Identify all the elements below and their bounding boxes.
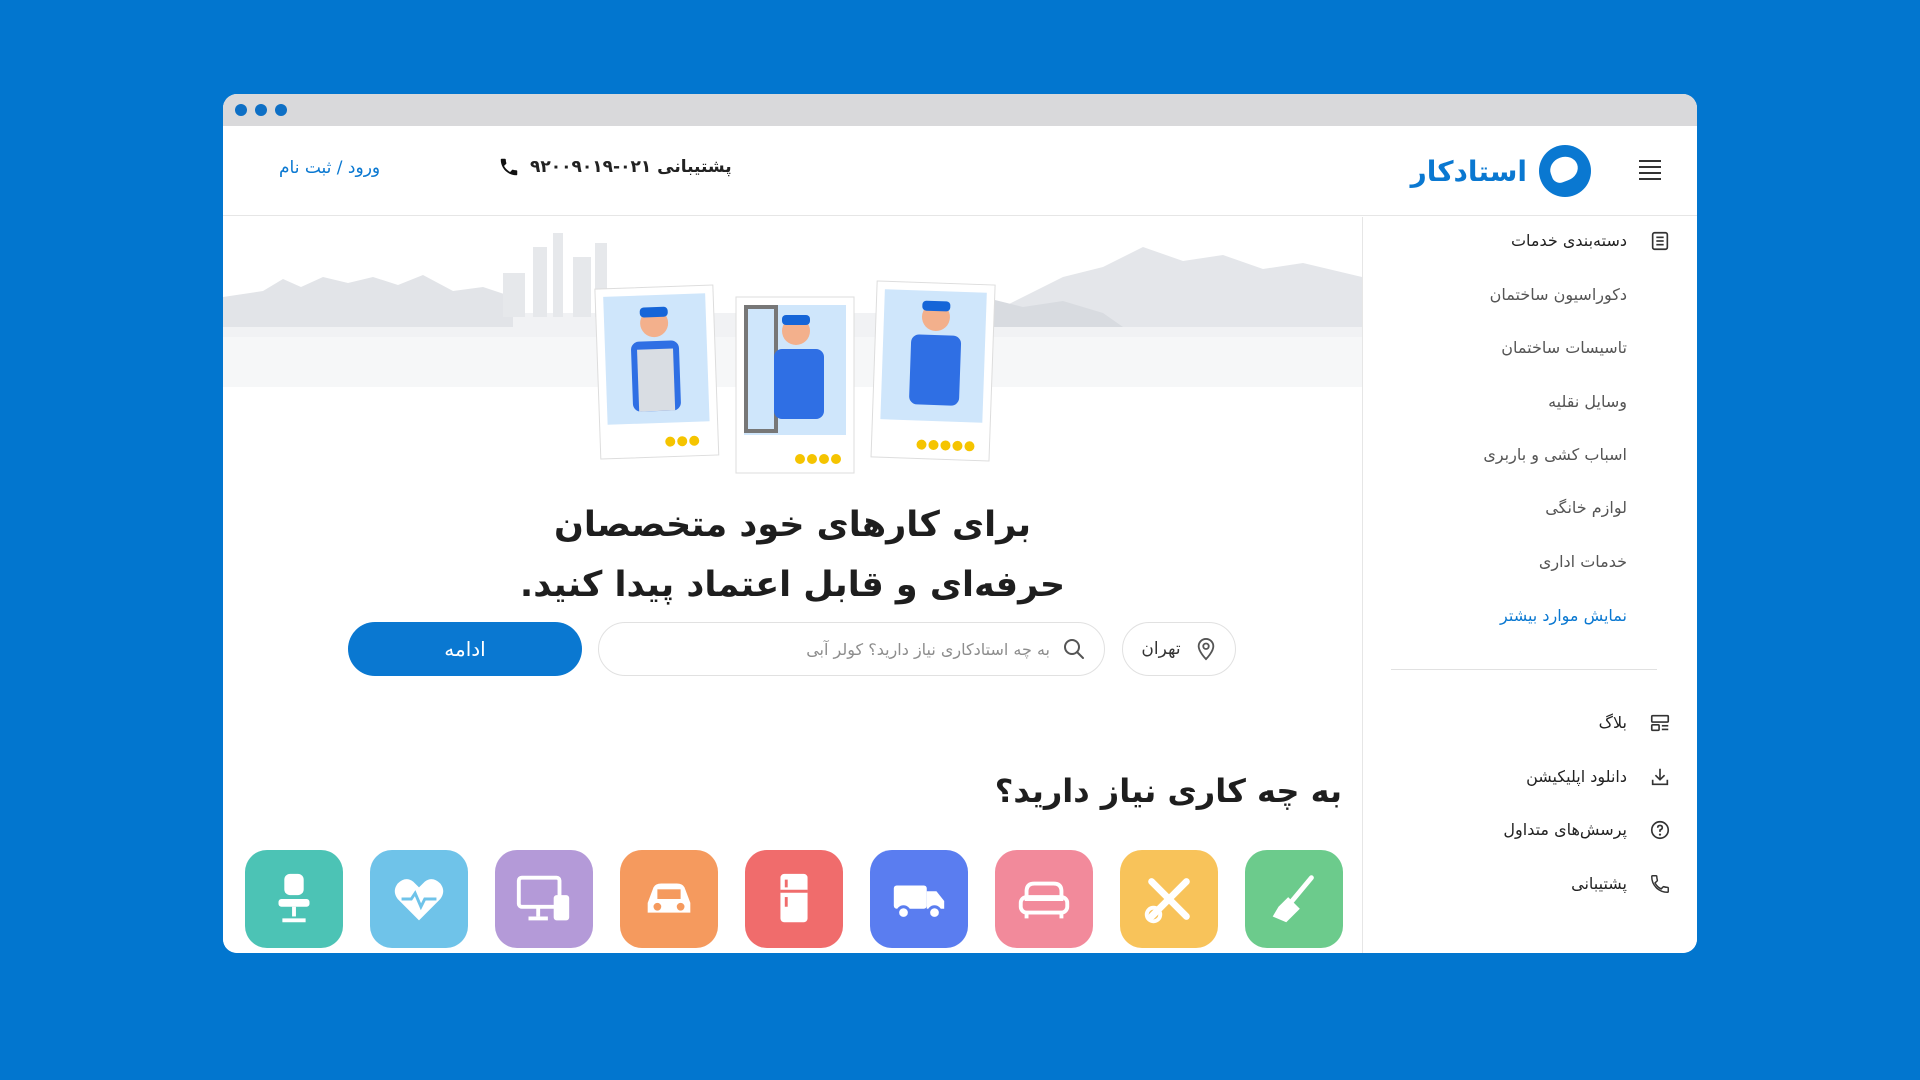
- login-register-link[interactable]: ورود / ثبت نام: [279, 158, 380, 178]
- city-label: تهران: [1141, 639, 1181, 659]
- fridge-icon: [780, 873, 808, 923]
- city-selector[interactable]: تهران: [1122, 622, 1236, 676]
- phone-icon: [1651, 875, 1669, 893]
- search-input[interactable]: [599, 639, 1062, 659]
- list-icon: [1651, 231, 1669, 251]
- site-logo[interactable]: استادکار: [1411, 143, 1591, 199]
- question-icon: [1650, 820, 1670, 840]
- logo-text: استادکار: [1410, 154, 1527, 188]
- broom-icon: [1272, 875, 1314, 923]
- category-office[interactable]: [245, 850, 343, 948]
- chair-icon: [278, 873, 310, 923]
- category-row: [245, 850, 1345, 950]
- window-titlebar: [223, 94, 1697, 126]
- search-field[interactable]: [598, 622, 1105, 676]
- hero-line-2: حرفه‌ای و قابل اعتماد پیدا کنید.: [519, 565, 1066, 605]
- tools-icon: [1144, 878, 1190, 924]
- browser-window: استادکار پشتیبانی ۰۲۱-۹۲۰۰۹۰۱۹ ورود / ثب…: [223, 94, 1697, 953]
- sidebar-item-vehicles[interactable]: وسایل نقلیه: [1548, 392, 1627, 411]
- sidebar-more-link[interactable]: نمایش موارد بیشتر: [1500, 606, 1627, 625]
- truck-icon: [893, 885, 945, 920]
- heart-pulse-icon: [394, 879, 444, 921]
- sidebar-heading[interactable]: دسته‌بندی خدمات: [1511, 231, 1627, 250]
- section-title: به چه کاری نیاز دارید؟: [994, 772, 1342, 810]
- continue-button[interactable]: ادامه: [348, 622, 582, 676]
- location-pin-icon: [1197, 637, 1214, 661]
- category-cleaning[interactable]: [1245, 850, 1343, 948]
- search-bar: ادامه تهران: [223, 622, 1362, 676]
- sidebar-item-office[interactable]: خدمات اداری: [1539, 552, 1627, 571]
- site-header: استادکار پشتیبانی ۰۲۱-۹۲۰۰۹۰۱۹ ورود / ثب…: [223, 126, 1697, 216]
- sidebar-item-installations[interactable]: تاسیسات ساختمان: [1501, 338, 1627, 357]
- sidebar-blog[interactable]: بلاگ: [1599, 713, 1627, 732]
- category-moving[interactable]: [870, 850, 968, 948]
- phone-icon: [500, 158, 518, 176]
- category-repair[interactable]: [1120, 850, 1218, 948]
- support-text: پشتیبانی ۰۲۱-۹۲۰۰۹۰۱۹: [530, 157, 732, 177]
- window-dot[interactable]: [275, 104, 287, 116]
- window-dot[interactable]: [235, 104, 247, 116]
- sidebar: دسته‌بندی خدمات دکوراسیون ساختمان تاسیسا…: [1362, 217, 1697, 953]
- sidebar-support[interactable]: پشتیبانی: [1571, 874, 1627, 893]
- category-furniture[interactable]: [995, 850, 1093, 948]
- sidebar-download-app[interactable]: دانلود اپلیکیشن: [1526, 767, 1627, 786]
- sidebar-divider: [1391, 669, 1657, 670]
- sidebar-item-moving[interactable]: اسباب کشی و باربری: [1483, 445, 1627, 464]
- support-phone[interactable]: پشتیبانی ۰۲۱-۹۲۰۰۹۰۱۹: [498, 156, 732, 178]
- hero-line-1: برای کارهای خود متخصصان: [554, 505, 1031, 545]
- search-icon: [1064, 639, 1084, 659]
- menu-icon[interactable]: [1637, 156, 1663, 184]
- sidebar-faq[interactable]: پرسش‌های متداول: [1503, 820, 1627, 839]
- sofa-icon: [1018, 881, 1070, 919]
- category-appliances[interactable]: [745, 850, 843, 948]
- sidebar-item-appliances[interactable]: لوازم خانگی: [1545, 498, 1627, 517]
- download-icon: [1651, 768, 1669, 786]
- workers-illustration: [594, 280, 996, 474]
- category-vehicles[interactable]: [620, 850, 718, 948]
- car-icon: [647, 883, 691, 913]
- logo-mark-icon: [1539, 145, 1591, 197]
- sidebar-item-decoration[interactable]: دکوراسیون ساختمان: [1490, 285, 1627, 304]
- hero-headline: برای کارهای خود متخصصان حرفه‌ای و قابل ا…: [223, 495, 1362, 615]
- category-computer[interactable]: [495, 850, 593, 948]
- main-content: برای کارهای خود متخصصان حرفه‌ای و قابل ا…: [223, 217, 1362, 953]
- computer-icon: [516, 875, 570, 921]
- window-dot[interactable]: [255, 104, 267, 116]
- blog-icon: [1650, 714, 1670, 732]
- category-health[interactable]: [370, 850, 468, 948]
